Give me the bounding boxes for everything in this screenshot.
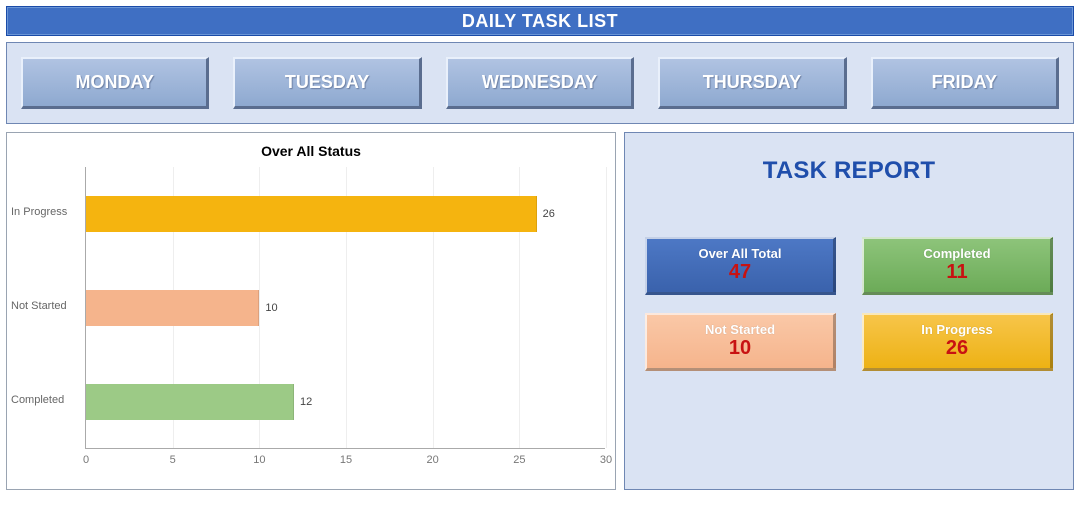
page-title-bar: DAILY TASK LIST bbox=[6, 6, 1074, 36]
chart-bar bbox=[86, 290, 259, 326]
report-title: TASK REPORT bbox=[763, 157, 935, 185]
chart-category-label: Not Started bbox=[11, 300, 71, 312]
day-buttons-row: MONDAY TUESDAY WEDNESDAY THURSDAY FRIDAY bbox=[6, 42, 1074, 124]
chart-title: Over All Status bbox=[17, 143, 605, 159]
stat-card-in-progress[interactable]: In Progress26 bbox=[862, 313, 1053, 371]
day-button-tuesday[interactable]: TUESDAY bbox=[233, 57, 421, 109]
chart-category-label: Completed bbox=[11, 394, 71, 406]
stat-card-label: Not Started bbox=[705, 323, 775, 338]
report-panel: TASK REPORT Over All Total47 Completed11 N… bbox=[624, 132, 1074, 490]
day-button-friday[interactable]: FRIDAY bbox=[871, 57, 1059, 109]
chart-gridline bbox=[606, 167, 607, 448]
day-button-thursday[interactable]: THURSDAY bbox=[658, 57, 846, 109]
chart-x-tick: 15 bbox=[340, 454, 352, 466]
chart-value-label: 10 bbox=[265, 302, 277, 314]
stat-card-value: 10 bbox=[729, 337, 751, 360]
chart-category-label: In Progress bbox=[11, 206, 71, 218]
day-button-monday[interactable]: MONDAY bbox=[21, 57, 209, 109]
day-button-wednesday[interactable]: WEDNESDAY bbox=[446, 57, 634, 109]
chart-value-label: 12 bbox=[300, 396, 312, 408]
stat-card-label: Completed bbox=[923, 247, 990, 262]
chart-panel: Over All Status 0 5 10 15 20 25 30 26 10 12 In Pr… bbox=[6, 132, 616, 490]
stat-card-value: 11 bbox=[946, 261, 967, 284]
stat-card-not-started[interactable]: Not Started10 bbox=[645, 313, 836, 371]
stat-card-over-all-total[interactable]: Over All Total47 bbox=[645, 237, 836, 295]
chart-x-tick: 25 bbox=[513, 454, 525, 466]
chart-plot: 051015202530261012 bbox=[85, 167, 605, 449]
stat-card-label: In Progress bbox=[921, 323, 993, 338]
chart-x-tick: 10 bbox=[253, 454, 265, 466]
report-card-grid: Over All Total47 Completed11 Not Started10… bbox=[645, 237, 1053, 371]
stat-card-label: Over All Total bbox=[698, 247, 781, 262]
chart-x-tick: 5 bbox=[170, 454, 176, 466]
stat-card-completed[interactable]: Completed11 bbox=[862, 237, 1053, 295]
chart-bar bbox=[86, 196, 537, 232]
page-title: DAILY TASK LIST bbox=[462, 11, 618, 32]
chart-x-tick: 20 bbox=[427, 454, 439, 466]
chart-bar bbox=[86, 384, 294, 420]
main-area: Over All Status 0 5 10 15 20 25 30 26 10 12 In Pr… bbox=[6, 132, 1074, 490]
chart-value-label: 26 bbox=[543, 208, 555, 220]
chart-x-tick: 0 bbox=[83, 454, 89, 466]
chart-x-tick: 30 bbox=[600, 454, 612, 466]
stat-card-value: 47 bbox=[729, 261, 751, 284]
stat-card-value: 26 bbox=[946, 337, 968, 360]
